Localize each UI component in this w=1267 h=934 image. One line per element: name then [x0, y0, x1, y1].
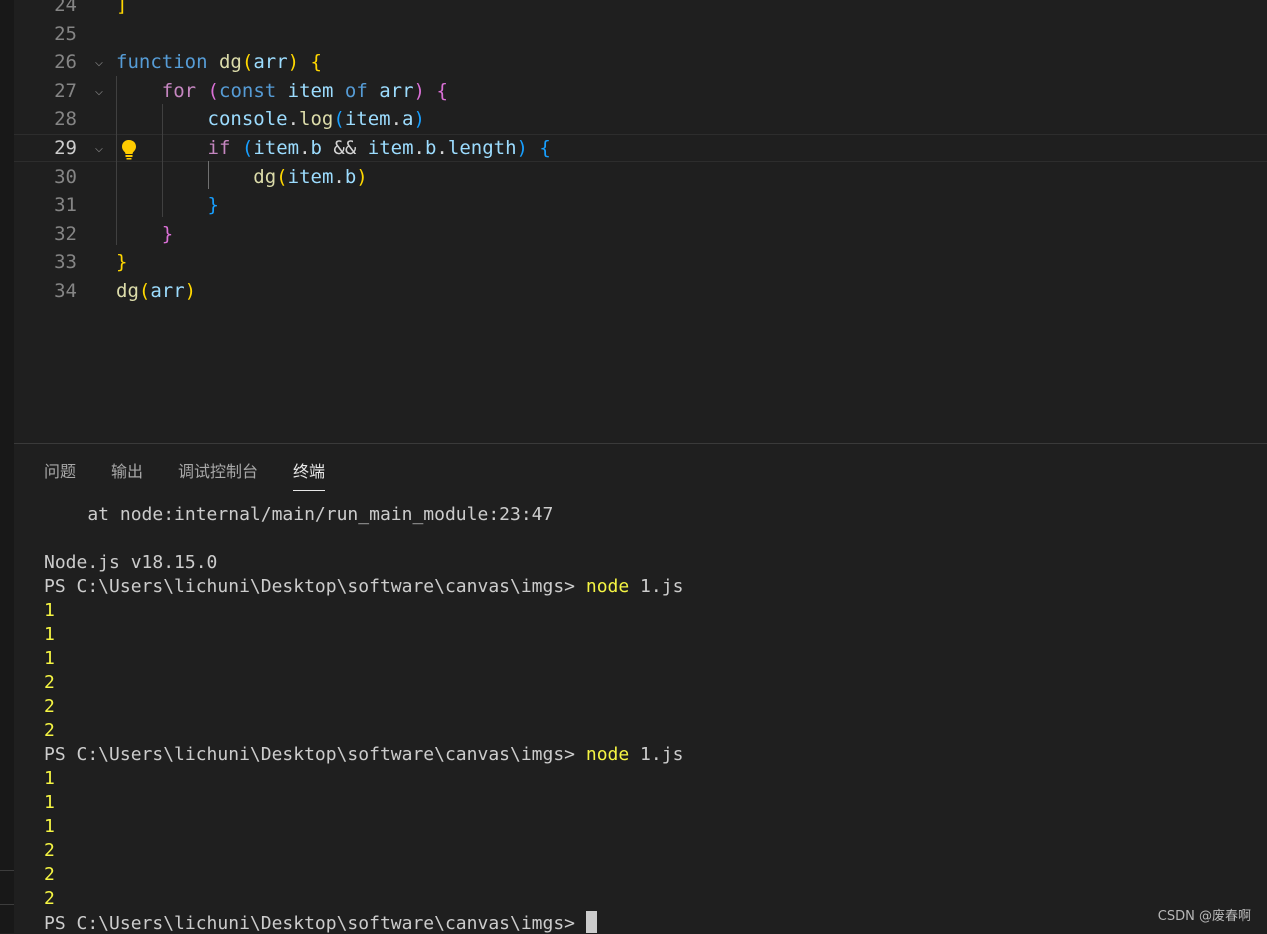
line-number: 28 — [54, 108, 77, 131]
terminal-output[interactable]: at node:internal/main/run_main_module:23… — [44, 503, 683, 934]
panel-tabs: 问题 输出 调试控制台 终端 — [44, 460, 360, 494]
fold-chevron-icon[interactable]: ⌵ — [91, 48, 107, 76]
code-text: } — [207, 194, 219, 217]
code-text: function dg(arr) { — [116, 51, 322, 74]
line-number: 29 — [54, 137, 77, 159]
line-number: 24 — [54, 0, 77, 16]
code-line[interactable]: 24] — [14, 0, 1267, 19]
activity-bar-edge — [0, 0, 15, 933]
code-text: for (const item of arr) { — [161, 79, 448, 102]
terminal-text-line: Node.js v18.15.0 — [44, 552, 218, 573]
terminal-output-line: 1 — [44, 768, 55, 789]
watermark: CSDN @废春啊 — [1157, 909, 1251, 924]
code-editor[interactable]: 24] 25 26 ⌵ function dg(arr) { 27 ⌵ for (const… — [14, 0, 1267, 443]
line-number: 26 — [54, 51, 77, 74]
bottom-panel: 问题 输出 调试控制台 终端 at node:internal/main/run_ma… — [14, 443, 1267, 934]
terminal-prompt-line: PS C:\Users\lichuni\Desktop\software\can… — [44, 576, 684, 597]
code-line[interactable]: 32 } — [14, 220, 1267, 248]
panel-tab[interactable]: 终端 — [293, 460, 326, 491]
code-text: } — [116, 251, 128, 274]
terminal-prompt-line: PS C:\Users\lichuni\Desktop\software\can… — [44, 744, 684, 765]
line-number: 33 — [54, 251, 77, 274]
code-line[interactable]: 31 } — [14, 191, 1267, 219]
terminal-prompt-line: PS C:\Users\lichuni\Desktop\software\can… — [44, 911, 683, 934]
code-line[interactable]: 33} — [14, 248, 1267, 276]
terminal-output-line: 1 — [44, 816, 55, 837]
code-line[interactable]: 26 ⌵ function dg(arr) { — [14, 48, 1267, 76]
indent-guide — [116, 76, 117, 245]
terminal-output-line: 2 — [44, 672, 55, 693]
divider — [0, 904, 14, 905]
code-line[interactable]: 29 ⌵ if (item.b && item.b.length) { — [14, 134, 1267, 162]
line-number: 30 — [54, 165, 77, 188]
terminal-output-line: 1 — [44, 648, 55, 669]
line-number: 34 — [54, 280, 77, 302]
line-number: 27 — [54, 79, 77, 102]
code-line[interactable]: 28 console.log(item.a) — [14, 105, 1267, 133]
terminal-text-line: at node:internal/main/run_main_module:23… — [44, 504, 554, 525]
terminal-output-line: 2 — [44, 888, 55, 909]
terminal-command: node — [585, 744, 630, 765]
code-line[interactable]: 30 dg(item.b) — [14, 163, 1267, 191]
line-number: 25 — [54, 22, 77, 45]
panel-tab[interactable]: 调试控制台 — [178, 460, 258, 490]
panel-tab[interactable]: 问题 — [44, 460, 76, 490]
terminal-output-line: 1 — [44, 792, 55, 813]
code-line[interactable]: 34 dg(arr) — [14, 277, 1267, 305]
line-number: 31 — [54, 194, 77, 217]
terminal-text-line — [44, 527, 683, 551]
fold-chevron-icon[interactable]: ⌵ — [91, 135, 107, 161]
indent-guide — [208, 161, 209, 189]
terminal-output-line: 1 — [44, 624, 55, 645]
code-line[interactable]: 25 — [14, 20, 1267, 48]
code-text: dg(arr) — [116, 280, 197, 302]
terminal-command: node — [585, 576, 630, 597]
terminal-output-line: 2 — [44, 720, 55, 741]
terminal-cursor[interactable] — [585, 911, 597, 933]
code-text: if (item.b && item.b.length) { — [207, 137, 551, 159]
code-text: ] — [116, 0, 128, 16]
divider — [0, 870, 14, 871]
terminal-output-line: 2 — [44, 840, 55, 861]
indent-guide — [162, 104, 163, 217]
fold-chevron-icon[interactable]: ⌵ — [91, 77, 107, 105]
line-number: 32 — [54, 222, 77, 245]
terminal-output-line: 1 — [44, 600, 55, 621]
terminal-output-line: 2 — [44, 696, 55, 717]
code-line[interactable]: 27 ⌵ for (const item of arr) { — [14, 77, 1267, 105]
panel-tab[interactable]: 输出 — [111, 460, 143, 490]
code-text: } — [161, 222, 174, 245]
terminal-output-line: 2 — [44, 864, 55, 885]
code-text: dg(item.b) — [253, 165, 368, 188]
